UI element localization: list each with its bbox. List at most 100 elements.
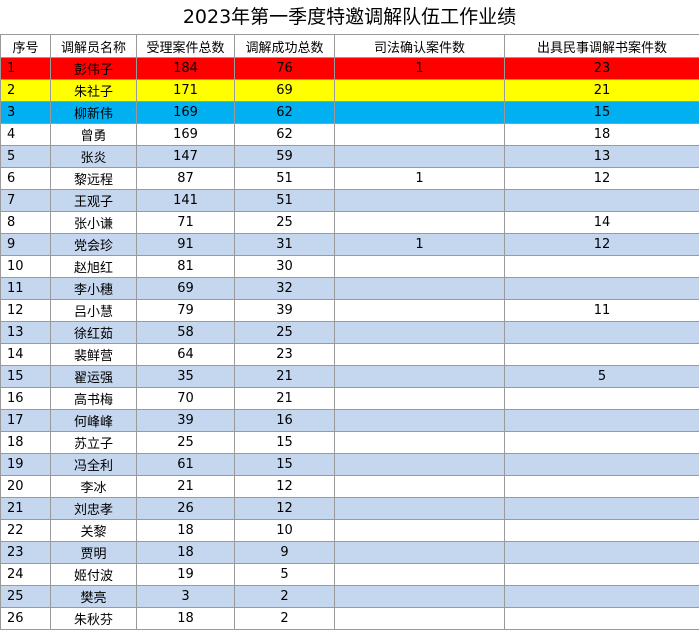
cell-documents[interactable]: 21 [505,80,699,102]
cell-documents[interactable] [505,410,699,432]
cell-success[interactable]: 32 [235,278,335,300]
cell-accepted[interactable]: 39 [137,410,235,432]
cell-accepted[interactable]: 25 [137,432,235,454]
cell-judicial[interactable] [335,366,505,388]
cell-judicial[interactable] [335,476,505,498]
cell-judicial[interactable]: 1 [335,234,505,256]
cell-name[interactable]: 吕小慧 [51,300,137,322]
cell-documents[interactable]: 15 [505,102,699,124]
cell-name[interactable]: 樊亮 [51,586,137,608]
cell-no[interactable]: 4 [1,124,51,146]
cell-no[interactable]: 5 [1,146,51,168]
cell-success[interactable]: 23 [235,344,335,366]
cell-success[interactable]: 15 [235,432,335,454]
cell-documents[interactable] [505,542,699,564]
cell-success[interactable]: 25 [235,212,335,234]
cell-judicial[interactable] [335,564,505,586]
cell-documents[interactable]: 12 [505,234,699,256]
cell-success[interactable]: 9 [235,542,335,564]
cell-judicial[interactable] [335,256,505,278]
cell-accepted[interactable]: 147 [137,146,235,168]
cell-name[interactable]: 李小穗 [51,278,137,300]
cell-name[interactable]: 王观子 [51,190,137,212]
cell-accepted[interactable]: 18 [137,520,235,542]
header-cell-success[interactable]: 调解成功总数 [235,35,335,58]
cell-no[interactable]: 9 [1,234,51,256]
cell-no[interactable]: 10 [1,256,51,278]
cell-accepted[interactable]: 21 [137,476,235,498]
cell-no[interactable]: 6 [1,168,51,190]
cell-success[interactable]: 21 [235,366,335,388]
cell-accepted[interactable]: 58 [137,322,235,344]
cell-no[interactable]: 13 [1,322,51,344]
cell-no[interactable]: 17 [1,410,51,432]
cell-name[interactable]: 高书梅 [51,388,137,410]
cell-judicial[interactable] [335,454,505,476]
cell-judicial[interactable]: 1 [335,58,505,80]
cell-judicial[interactable] [335,124,505,146]
cell-judicial[interactable] [335,388,505,410]
cell-documents[interactable] [505,432,699,454]
cell-judicial[interactable] [335,80,505,102]
cell-no[interactable]: 11 [1,278,51,300]
cell-documents[interactable] [505,190,699,212]
cell-name[interactable]: 冯全利 [51,454,137,476]
cell-no[interactable]: 8 [1,212,51,234]
cell-name[interactable]: 曾勇 [51,124,137,146]
cell-success[interactable]: 51 [235,190,335,212]
cell-documents[interactable] [505,564,699,586]
cell-documents[interactable]: 18 [505,124,699,146]
cell-judicial[interactable] [335,300,505,322]
cell-no[interactable]: 16 [1,388,51,410]
cell-no[interactable]: 12 [1,300,51,322]
header-cell-name[interactable]: 调解员名称 [51,35,137,58]
cell-name[interactable]: 彭伟子 [51,58,137,80]
cell-judicial[interactable] [335,520,505,542]
cell-no[interactable]: 14 [1,344,51,366]
cell-documents[interactable] [505,498,699,520]
cell-success[interactable]: 2 [235,608,335,630]
cell-judicial[interactable] [335,212,505,234]
cell-success[interactable]: 69 [235,80,335,102]
header-cell-documents[interactable]: 出具民事调解书案件数 [505,35,699,58]
cell-no[interactable]: 1 [1,58,51,80]
cell-name[interactable]: 党会珍 [51,234,137,256]
cell-documents[interactable] [505,344,699,366]
cell-judicial[interactable] [335,344,505,366]
cell-success[interactable]: 12 [235,498,335,520]
cell-no[interactable]: 19 [1,454,51,476]
cell-name[interactable]: 张炎 [51,146,137,168]
cell-accepted[interactable]: 61 [137,454,235,476]
cell-name[interactable]: 徐红茹 [51,322,137,344]
cell-accepted[interactable]: 18 [137,542,235,564]
cell-documents[interactable] [505,388,699,410]
cell-success[interactable]: 5 [235,564,335,586]
cell-documents[interactable] [505,322,699,344]
cell-accepted[interactable]: 87 [137,168,235,190]
cell-name[interactable]: 赵旭红 [51,256,137,278]
cell-no[interactable]: 26 [1,608,51,630]
cell-no[interactable]: 24 [1,564,51,586]
cell-success[interactable]: 62 [235,124,335,146]
cell-name[interactable]: 关黎 [51,520,137,542]
cell-accepted[interactable]: 71 [137,212,235,234]
cell-documents[interactable]: 13 [505,146,699,168]
cell-success[interactable]: 39 [235,300,335,322]
cell-accepted[interactable]: 169 [137,102,235,124]
header-cell-judicial[interactable]: 司法确认案件数 [335,35,505,58]
cell-documents[interactable] [505,454,699,476]
cell-documents[interactable] [505,586,699,608]
cell-accepted[interactable]: 35 [137,366,235,388]
cell-documents[interactable]: 11 [505,300,699,322]
cell-accepted[interactable]: 171 [137,80,235,102]
cell-documents[interactable]: 5 [505,366,699,388]
cell-name[interactable]: 翟运强 [51,366,137,388]
cell-accepted[interactable]: 169 [137,124,235,146]
cell-success[interactable]: 15 [235,454,335,476]
header-cell-no[interactable]: 序号 [1,35,51,58]
cell-judicial[interactable] [335,146,505,168]
cell-accepted[interactable]: 64 [137,344,235,366]
cell-accepted[interactable]: 184 [137,58,235,80]
cell-accepted[interactable]: 26 [137,498,235,520]
cell-name[interactable]: 苏立子 [51,432,137,454]
